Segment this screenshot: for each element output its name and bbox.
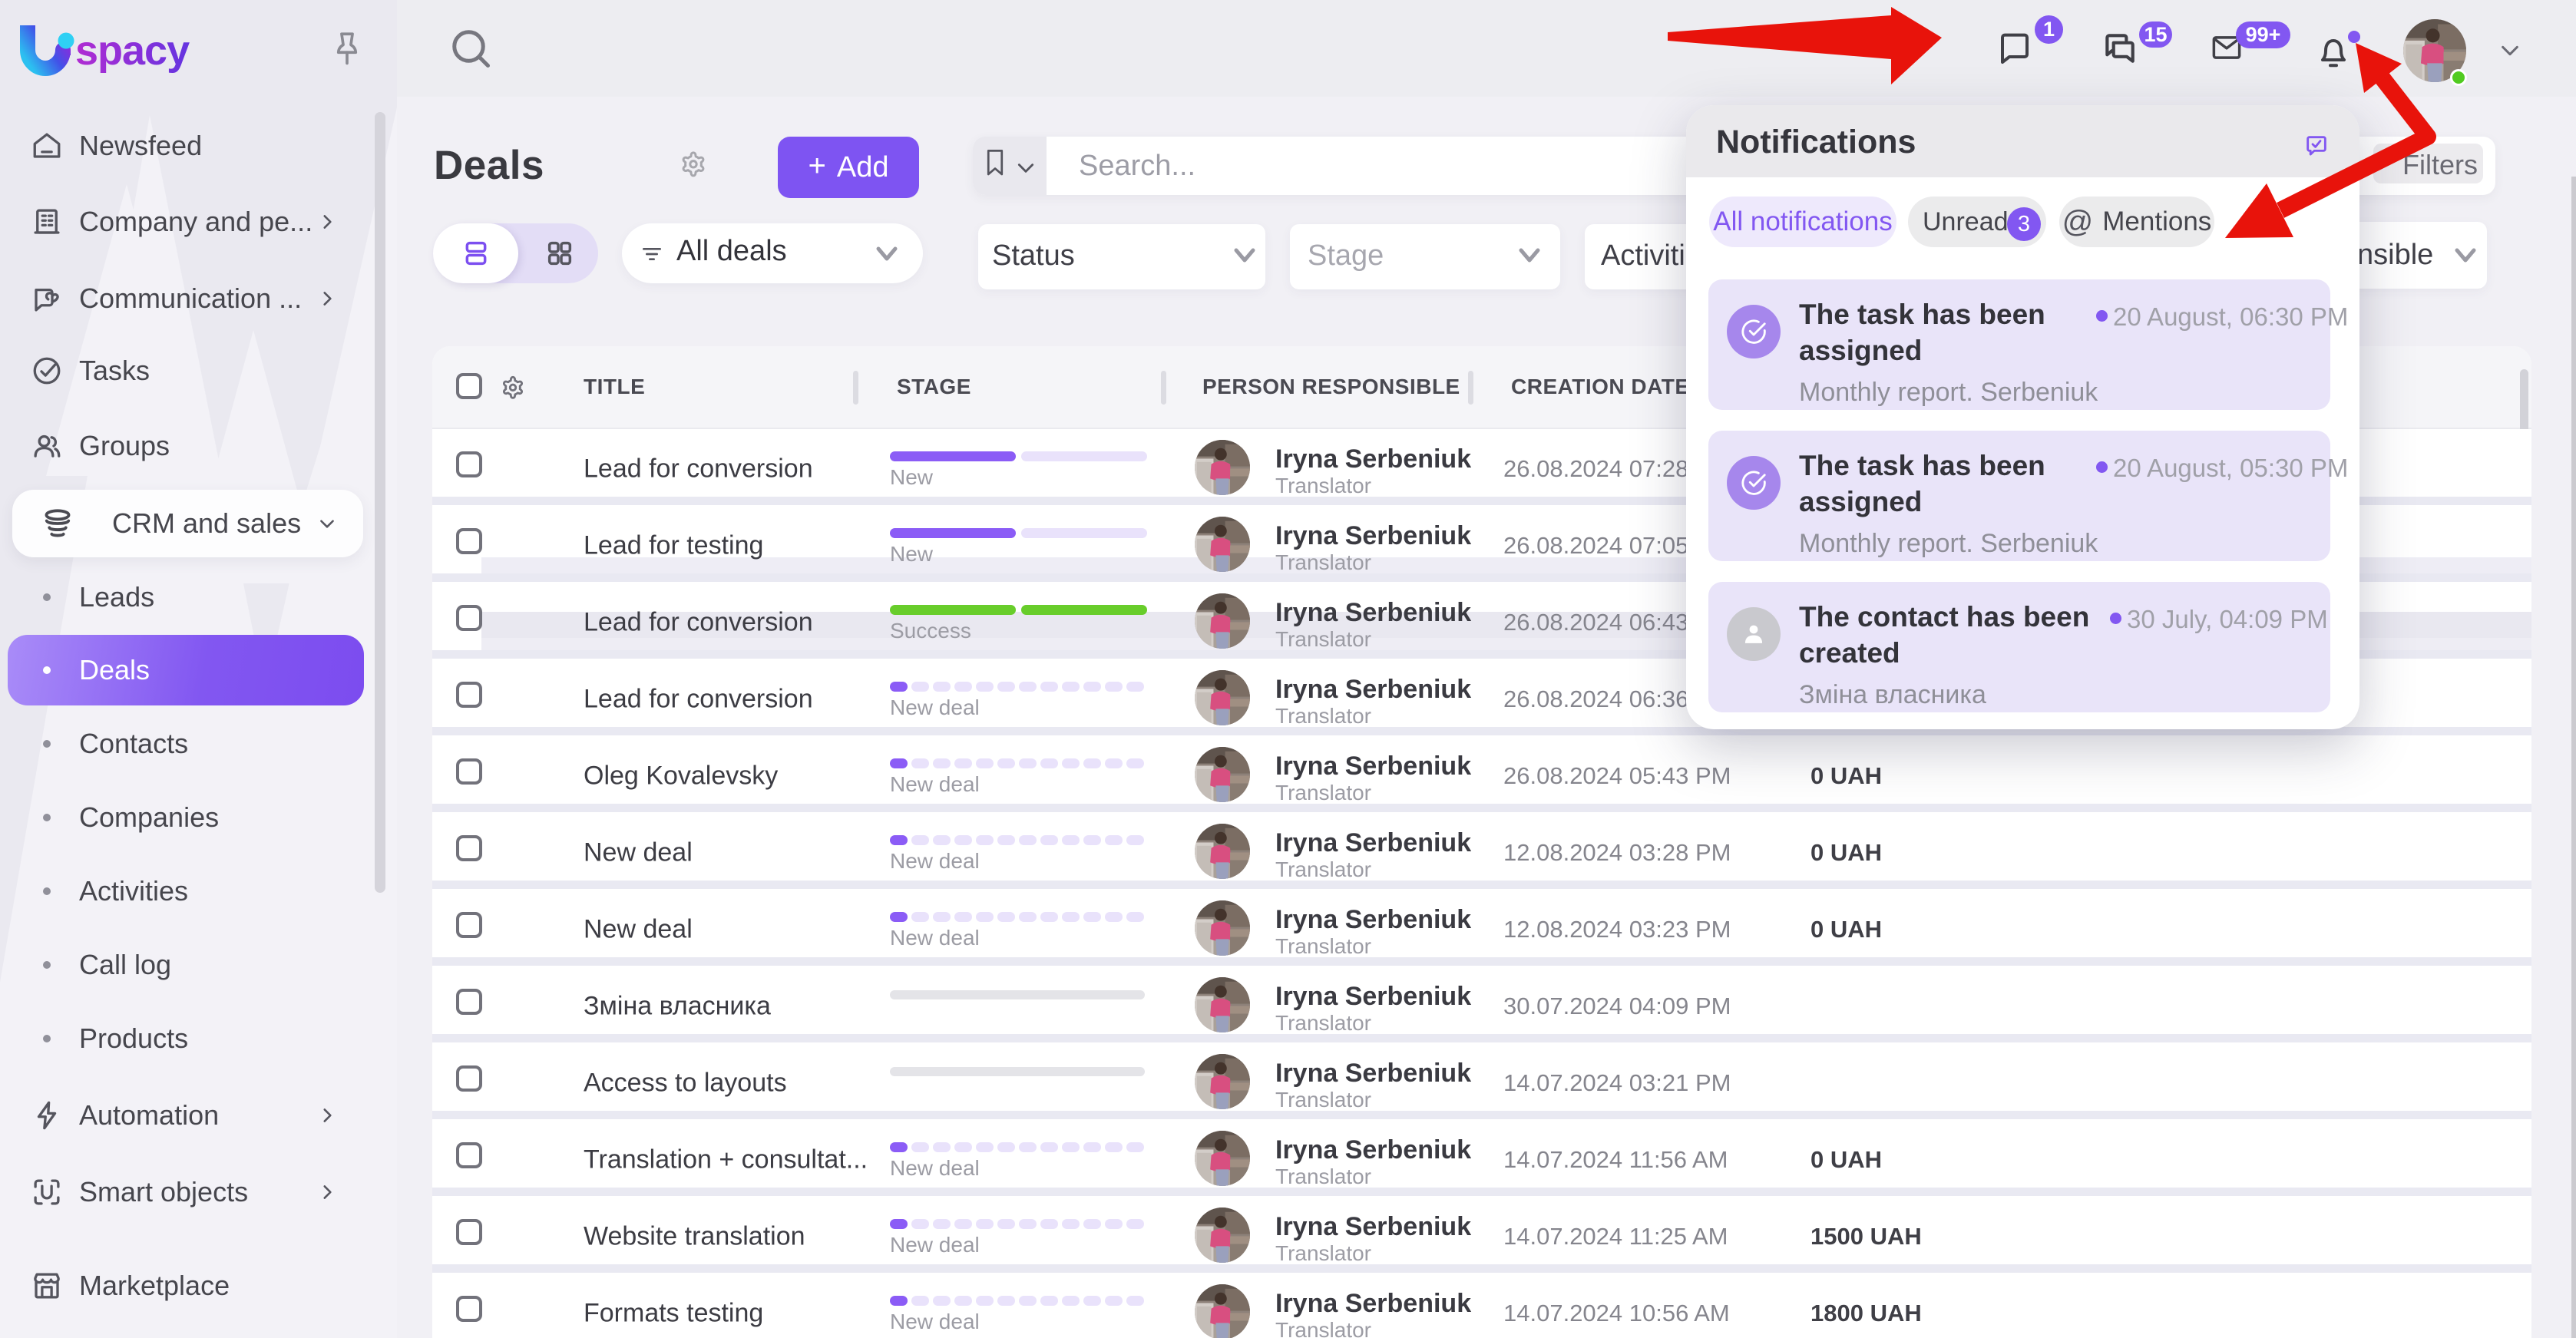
- svg-text:spacy: spacy: [75, 28, 190, 74]
